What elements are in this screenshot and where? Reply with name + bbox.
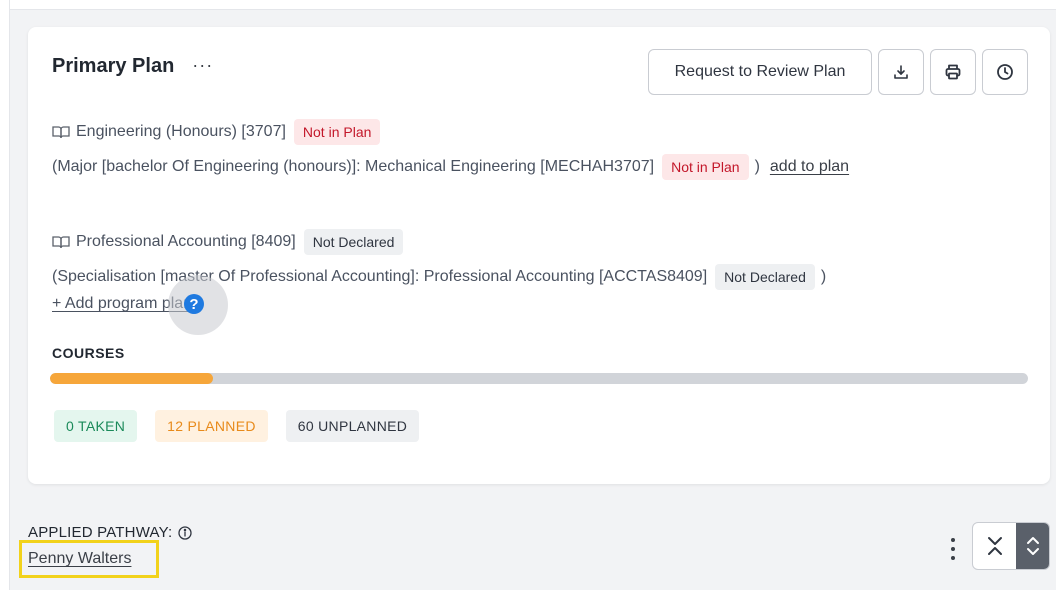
collapse-icon (988, 537, 1002, 555)
help-icon[interactable]: ? (184, 294, 204, 314)
print-icon (945, 64, 961, 80)
pathway-person-link[interactable]: Penny Walters (28, 550, 131, 568)
clock-icon (997, 64, 1013, 80)
planned-badge: 12 PLANNED (155, 410, 268, 442)
courses-label: COURSES (52, 345, 125, 361)
program-detail-engineering: (Major [bachelor Of Engineering (honours… (52, 154, 849, 180)
book-icon (52, 126, 70, 139)
collapse-button[interactable] (973, 523, 1017, 569)
program-detail-accounting: (Specialisation [master Of Professional … (52, 264, 826, 290)
left-frame (0, 0, 10, 590)
kebab-dot (951, 556, 955, 560)
kebab-menu-button[interactable] (946, 536, 960, 562)
detail-close: ) (820, 268, 827, 285)
more-options-button[interactable]: ··· (192, 56, 213, 74)
unplanned-badge: 60 UNPLANNED (285, 410, 420, 442)
expand-button[interactable] (1016, 523, 1049, 569)
program-detail: (Specialisation [master Of Professional … (52, 268, 708, 285)
print-button[interactable] (930, 49, 976, 95)
applied-pathway-label: APPLIED PATHWAY: (28, 524, 193, 541)
plan-title: Primary Plan (52, 55, 175, 77)
download-button[interactable] (878, 49, 924, 95)
program-name: Engineering (Honours) [3707] (76, 123, 286, 140)
info-icon[interactable] (178, 525, 193, 540)
program-row-engineering: Engineering (Honours) [3707] Not in Plan (52, 119, 381, 145)
add-to-plan-link[interactable]: add to plan (770, 158, 849, 176)
pathway-label-text: APPLIED PATHWAY: (28, 524, 173, 541)
taken-badge: 0 TAKEN (54, 410, 138, 442)
course-stats: 0 TAKEN 12 PLANNED 60 UNPLANNED (54, 410, 420, 442)
program-name: Professional Accounting [8409] (76, 233, 296, 250)
status-badge: Not Declared (303, 229, 404, 255)
collapse-expand-toggle (972, 522, 1050, 570)
plan-actions: Request to Review Plan (648, 49, 1028, 95)
request-review-button[interactable]: Request to Review Plan (648, 49, 872, 95)
expand-icon (1026, 537, 1039, 555)
plan-header: Primary Plan ··· (52, 55, 213, 78)
status-badge: Not in Plan (293, 119, 381, 145)
status-badge: Not Declared (715, 264, 815, 290)
kebab-dot (951, 538, 955, 542)
planned-progress-fill (50, 373, 214, 384)
courses-progress-bar (50, 373, 1028, 384)
history-button[interactable] (982, 49, 1028, 95)
kebab-dot (951, 547, 955, 551)
top-frame (0, 0, 1056, 10)
download-icon (894, 65, 908, 79)
primary-plan-card: Primary Plan ··· Request to Review Plan … (28, 27, 1050, 484)
detail-close: ) (754, 158, 760, 175)
program-detail: (Major [bachelor Of Engineering (honours… (52, 158, 655, 175)
status-badge: Not in Plan (662, 154, 749, 180)
book-icon (52, 236, 70, 249)
program-row-accounting: Professional Accounting [8409] Not Decla… (52, 229, 404, 255)
